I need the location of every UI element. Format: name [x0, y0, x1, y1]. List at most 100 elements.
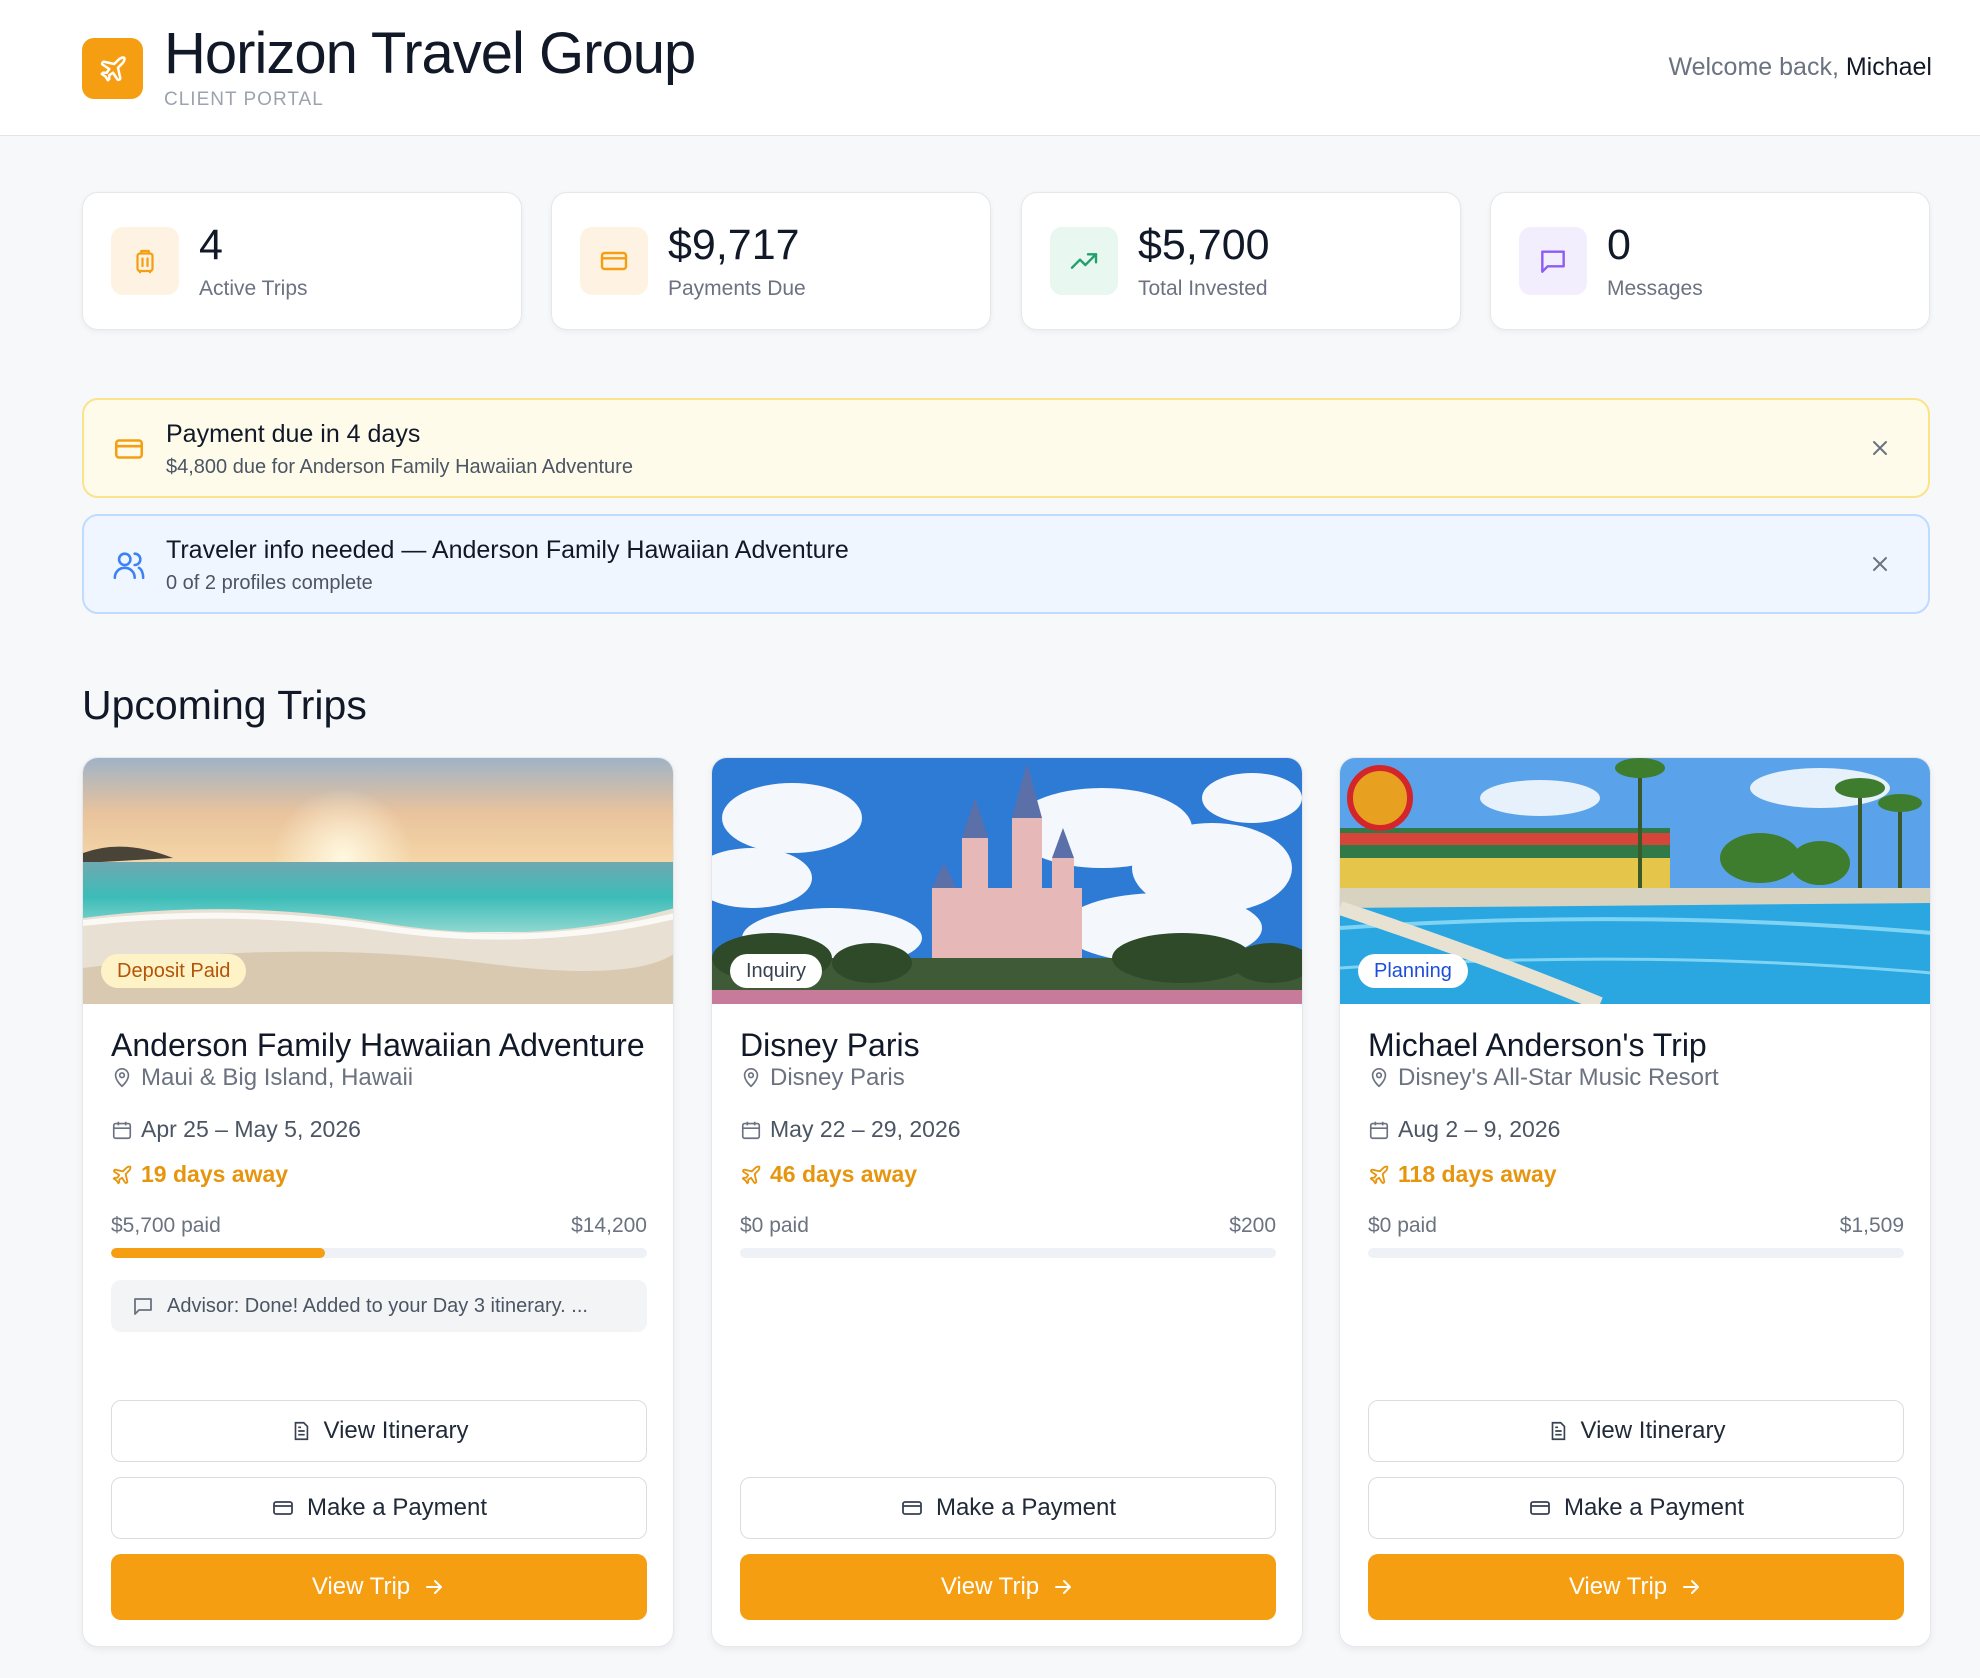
- credit-card-icon: [114, 439, 144, 459]
- paid-amount: $0 paid: [1368, 1214, 1437, 1237]
- trip-title: Disney Paris: [740, 1027, 920, 1063]
- calendar-icon: [1369, 1121, 1389, 1139]
- alert-subtitle: $4,800 due for Anderson Family Hawaiian …: [166, 456, 633, 478]
- payment-due-alert: Payment due in 4 days $4,800 due for And…: [82, 398, 1930, 498]
- trip-card-all-star-resort[interactable]: Planning Michael Anderson's Trip Disney'…: [1339, 757, 1931, 1647]
- advisor-message-text: Advisor: Done! Added to your Day 3 itine…: [167, 1294, 588, 1317]
- trip-details: Anderson Family Hawaiian Adventure Maui …: [111, 1028, 647, 1332]
- plane-icon: [1369, 1165, 1389, 1184]
- trip-image-castle: Inquiry: [712, 758, 1302, 1004]
- payment-summary: $5,700 paid $14,200: [111, 1214, 647, 1238]
- welcome-message: Welcome back, Michael: [1668, 53, 1932, 82]
- trip-countdown: 19 days away: [111, 1161, 647, 1188]
- luggage-icon: [111, 227, 179, 295]
- stat-value: $5,700: [1138, 221, 1270, 269]
- credit-card-icon: [902, 1501, 922, 1515]
- make-payment-button[interactable]: Make a Payment: [1368, 1477, 1904, 1539]
- plane-icon: [741, 1165, 761, 1184]
- trip-location: Maui & Big Island, Hawaii: [111, 1064, 647, 1092]
- trip-countdown: 118 days away: [1368, 1161, 1904, 1188]
- stat-card-payments-due[interactable]: $9,717 Payments Due: [551, 192, 991, 330]
- stat-label: Payments Due: [668, 277, 806, 300]
- stat-card-messages[interactable]: 0 Messages: [1490, 192, 1930, 330]
- trip-countdown: 46 days away: [740, 1161, 1276, 1188]
- welcome-prefix: Welcome back,: [1668, 53, 1839, 81]
- payment-progress-bar: [1368, 1248, 1904, 1258]
- traveler-info-alert: Traveler info needed — Anderson Family H…: [82, 514, 1930, 614]
- stat-value: 0: [1607, 221, 1631, 269]
- days-away-text: 118 days away: [1398, 1161, 1557, 1187]
- document-icon: [294, 1421, 308, 1441]
- credit-card-icon: [273, 1501, 293, 1515]
- status-badge: Deposit Paid: [101, 954, 247, 988]
- view-itinerary-button[interactable]: View Itinerary: [111, 1400, 647, 1462]
- user-name[interactable]: Michael: [1846, 53, 1932, 81]
- days-away-text: 19 days away: [141, 1161, 289, 1187]
- document-icon: [1551, 1421, 1565, 1441]
- stat-label: Total Invested: [1138, 277, 1268, 300]
- trip-card-hawaii[interactable]: Deposit Paid Anderson Family Hawaiian Ad…: [82, 757, 674, 1647]
- button-label: View Itinerary: [1580, 1417, 1726, 1444]
- total-amount: $14,200: [571, 1214, 647, 1237]
- view-trip-button[interactable]: View Trip: [1368, 1554, 1904, 1620]
- trip-location: Disney Paris: [740, 1064, 1276, 1092]
- message-icon: [134, 1298, 152, 1315]
- payment-progress-bar: [740, 1248, 1276, 1258]
- alert-title: Traveler info needed — Anderson Family H…: [166, 536, 849, 564]
- stat-card-total-invested[interactable]: $5,700 Total Invested: [1021, 192, 1461, 330]
- view-itinerary-button[interactable]: View Itinerary: [1368, 1400, 1904, 1462]
- trip-location: Disney's All-Star Music Resort: [1368, 1064, 1904, 1092]
- trip-dates-text: May 22 – 29, 2026: [770, 1116, 961, 1142]
- trip-dates-text: Aug 2 – 9, 2026: [1398, 1116, 1561, 1142]
- make-payment-button[interactable]: Make a Payment: [740, 1477, 1276, 1539]
- view-trip-button[interactable]: View Trip: [740, 1554, 1276, 1620]
- brand-subtitle: CLIENT PORTAL: [164, 89, 324, 110]
- stat-card-active-trips[interactable]: 4 Active Trips: [82, 192, 522, 330]
- trip-dates: May 22 – 29, 2026: [740, 1116, 1276, 1143]
- trip-dates: Apr 25 – May 5, 2026: [111, 1116, 647, 1143]
- close-icon[interactable]: [1868, 552, 1892, 576]
- trip-image-beach: Deposit Paid: [83, 758, 673, 1004]
- alert-title: Payment due in 4 days: [166, 420, 421, 448]
- payment-summary: $0 paid $1,509: [1368, 1214, 1904, 1238]
- credit-card-icon: [1530, 1501, 1550, 1515]
- make-payment-button[interactable]: Make a Payment: [111, 1477, 647, 1539]
- trip-details: Michael Anderson's Trip Disney's All-Sta…: [1368, 1028, 1904, 1258]
- button-label: Make a Payment: [1563, 1494, 1745, 1521]
- trip-details: Disney Paris Disney Paris May 22 – 29, 2…: [740, 1028, 1276, 1258]
- days-away-text: 46 days away: [770, 1161, 918, 1187]
- button-label: View Trip: [1568, 1573, 1668, 1600]
- map-pin-icon: [114, 1068, 130, 1088]
- trip-dates-text: Apr 25 – May 5, 2026: [141, 1116, 361, 1142]
- stat-label: Messages: [1607, 277, 1703, 300]
- payment-summary: $0 paid $200: [740, 1214, 1276, 1238]
- map-pin-icon: [1371, 1068, 1387, 1088]
- arrow-right-icon: [426, 1580, 443, 1594]
- button-label: Make a Payment: [935, 1494, 1117, 1521]
- alert-subtitle: 0 of 2 profiles complete: [166, 572, 373, 594]
- button-label: View Trip: [940, 1573, 1040, 1600]
- message-icon: [1519, 227, 1587, 295]
- total-amount: $200: [1229, 1214, 1276, 1237]
- trip-dates: Aug 2 – 9, 2026: [1368, 1116, 1904, 1143]
- users-icon: [113, 552, 145, 580]
- progress-fill: [111, 1248, 326, 1258]
- trip-location-text: Disney Paris: [770, 1064, 905, 1091]
- section-title-upcoming-trips: Upcoming Trips: [82, 682, 367, 728]
- brand-logo[interactable]: [82, 38, 143, 99]
- calendar-icon: [741, 1121, 761, 1139]
- button-label: Make a Payment: [306, 1494, 488, 1521]
- trip-image-resort-pool: Planning: [1340, 758, 1930, 1004]
- trip-title: Anderson Family Hawaiian Adventure: [111, 1027, 645, 1063]
- close-icon[interactable]: [1868, 436, 1892, 460]
- view-trip-button[interactable]: View Trip: [111, 1554, 647, 1620]
- paid-amount: $5,700 paid: [111, 1214, 221, 1237]
- arrow-right-icon: [1055, 1580, 1072, 1594]
- stat-label: Active Trips: [199, 277, 308, 300]
- advisor-message[interactable]: Advisor: Done! Added to your Day 3 itine…: [111, 1280, 647, 1332]
- trending-up-icon: [1050, 227, 1118, 295]
- trip-location-text: Disney's All-Star Music Resort: [1398, 1064, 1719, 1091]
- trip-card-disney-paris[interactable]: Inquiry Disney Paris Disney Paris May 22…: [711, 757, 1303, 1647]
- trip-location-text: Maui & Big Island, Hawaii: [141, 1064, 414, 1091]
- top-header: Horizon Travel Group CLIENT PORTAL Welco…: [0, 0, 1980, 136]
